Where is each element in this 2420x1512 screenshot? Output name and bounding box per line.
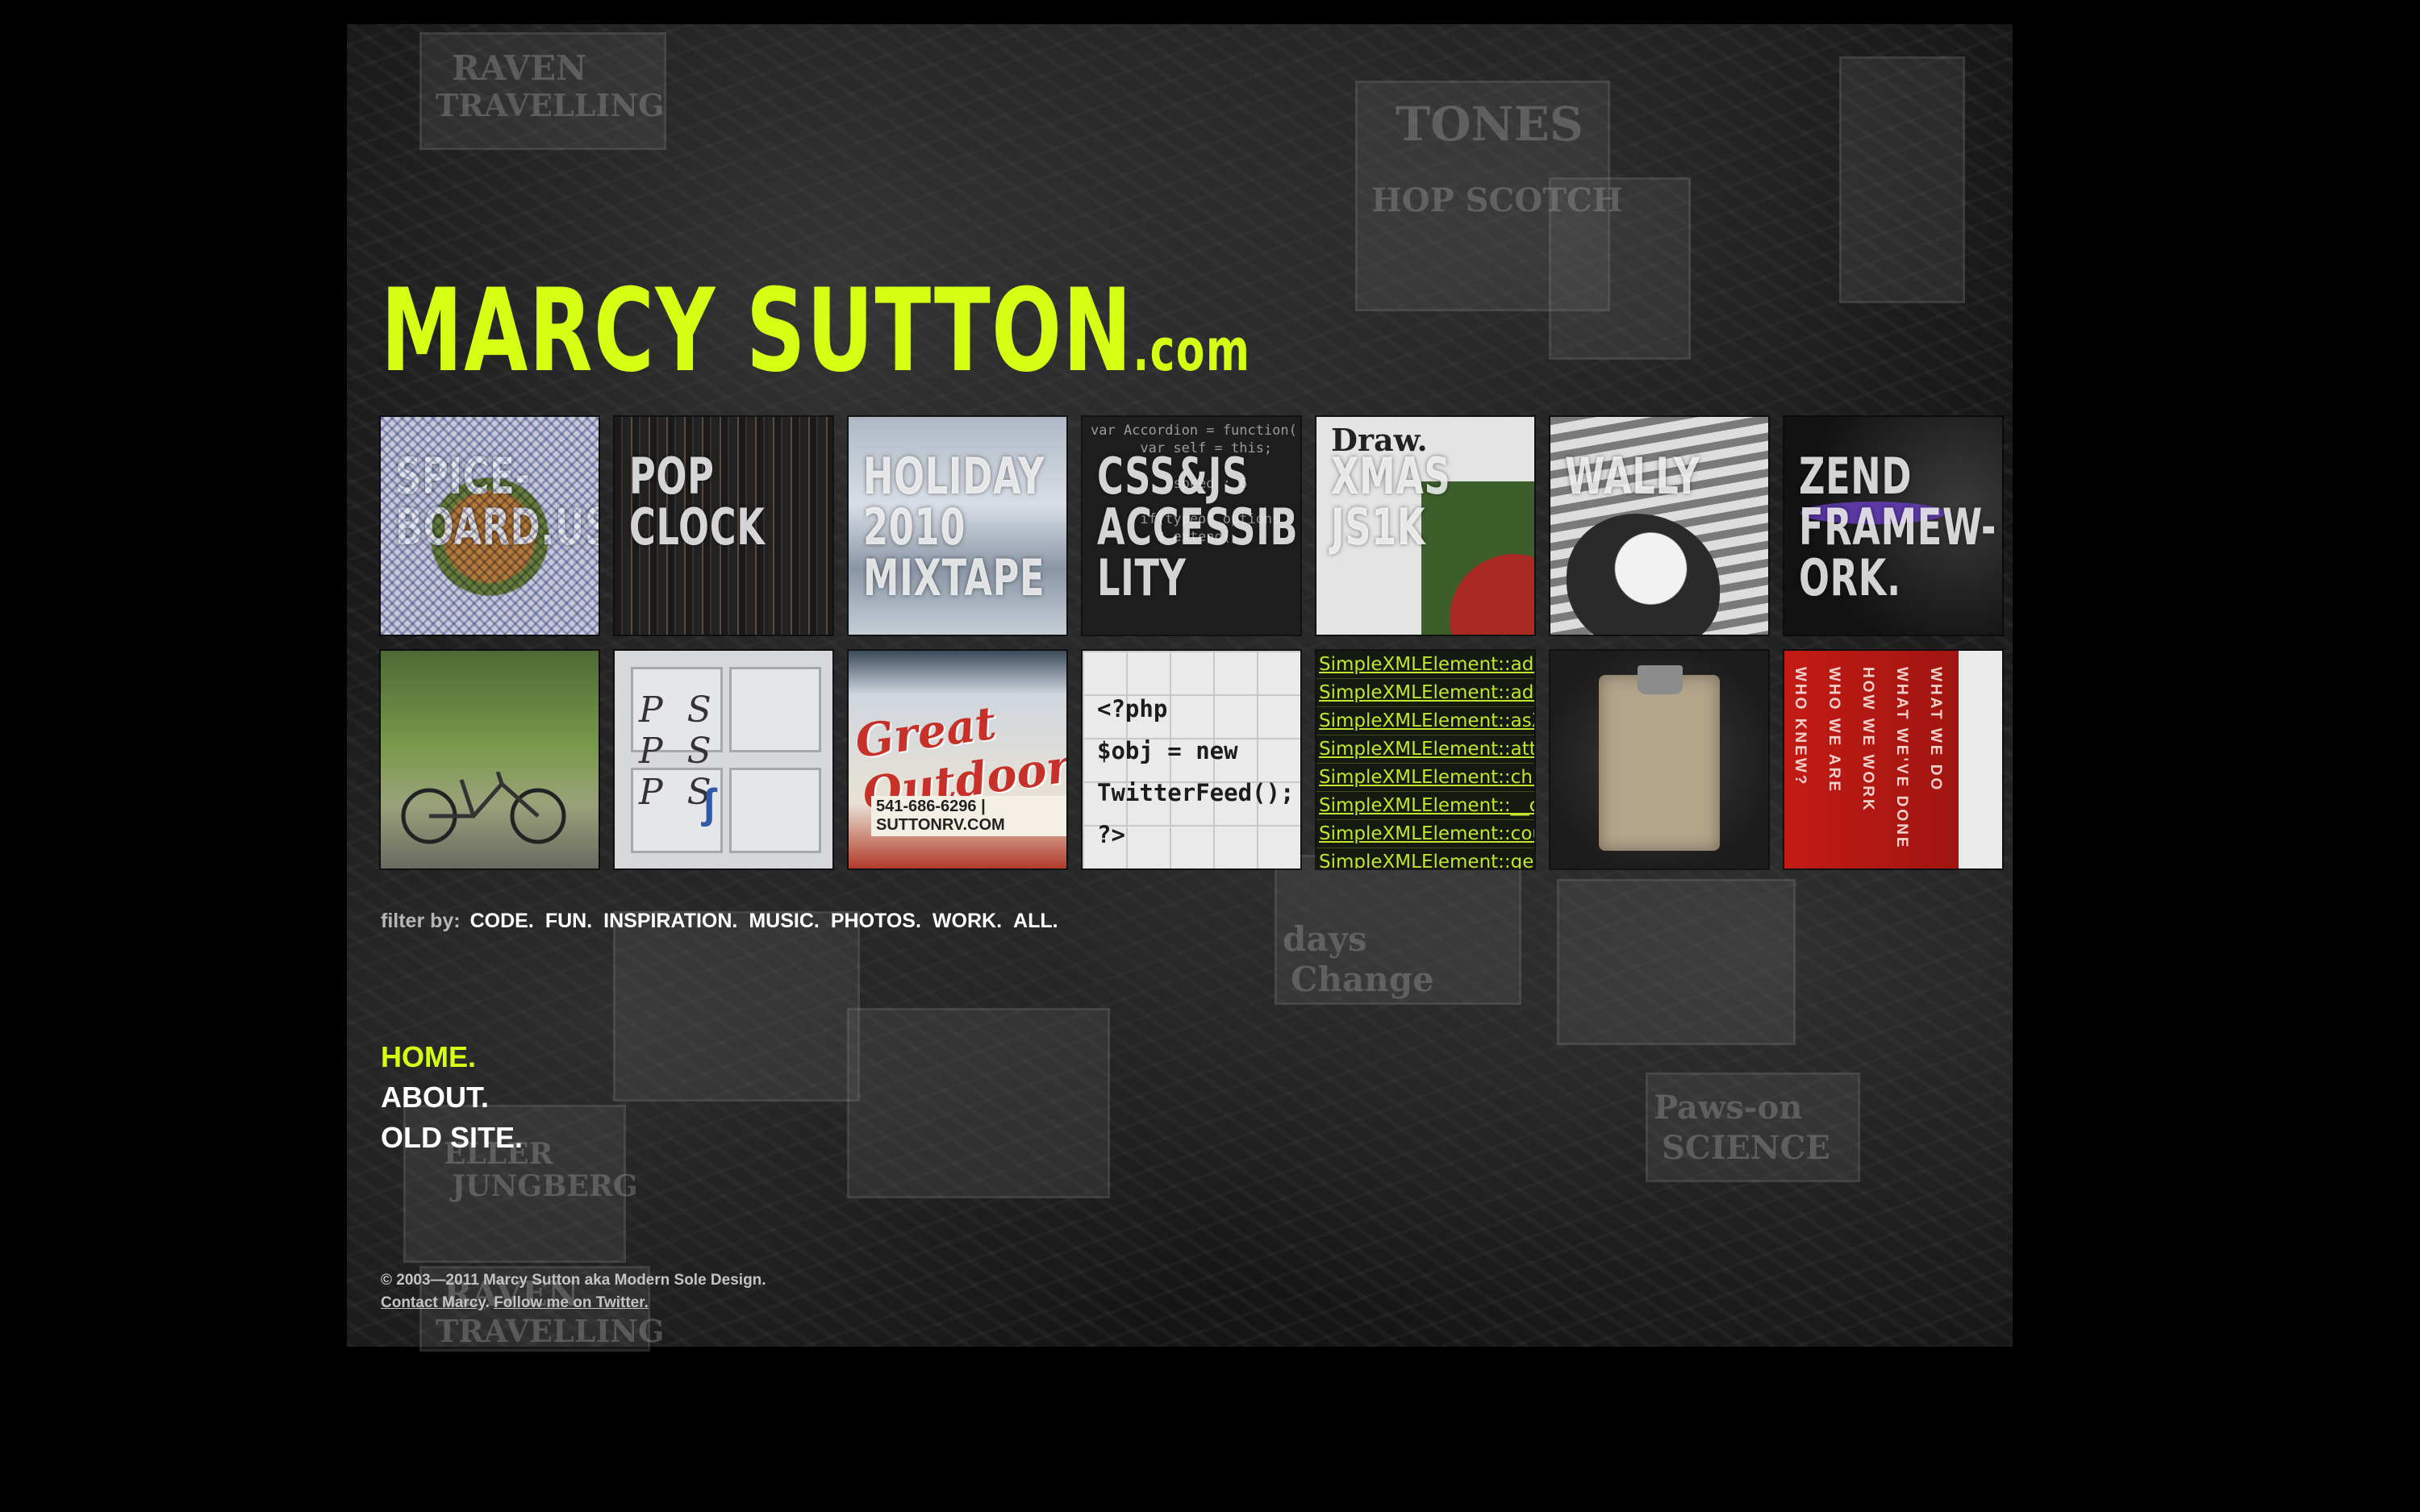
tile-label: WALLY	[1565, 447, 1700, 506]
filter-bar: filter by: CODE. FUN. INSPIRATION. MUSIC…	[381, 910, 1070, 933]
tile-label: ZEND FRAMEW-ORK.	[1799, 447, 1997, 607]
tab-label: WHO KNEW?	[1792, 667, 1809, 787]
code-line: SimpleXMLElement::addC	[1316, 679, 1534, 707]
tile-label: SPICE-BOARD.US	[395, 447, 599, 556]
nav-old-site[interactable]: OLD SITE.	[381, 1118, 523, 1158]
code-line: SimpleXMLElement::attrib	[1316, 735, 1534, 764]
tile-css-js-accessibility[interactable]: var Accordion = function( var self = thi…	[1083, 417, 1300, 635]
filter-music[interactable]: MUSIC.	[749, 910, 820, 933]
footer-separator: .	[485, 1294, 490, 1311]
footer-links: Contact Marcy. Follow me on Twitter.	[381, 1292, 766, 1314]
clipboard-image	[1599, 675, 1720, 851]
code-line: SimpleXMLElement::asXM	[1316, 707, 1534, 735]
filter-work[interactable]: WORK.	[933, 910, 1002, 933]
tile-label: CSS&JS ACCESSIBI-LITY	[1097, 447, 1300, 607]
bicycle-icon	[401, 772, 566, 844]
filter-photos[interactable]: PHOTOS.	[831, 910, 921, 933]
logo-domain: .com	[1133, 316, 1251, 384]
portfolio-grid: SPICE-BOARD.US POP CLOCK HOLIDAY 2010 MI…	[381, 417, 2002, 868]
nav-home[interactable]: HOME.	[381, 1037, 523, 1077]
main-nav: HOME. ABOUT. OLD SITE.	[381, 1037, 523, 1158]
tile-code-snippet: <?php $obj = new TwitterFeed(); ?>	[1097, 695, 1295, 848]
tab-label: WHAT WE'VE DONE	[1893, 667, 1910, 850]
filter-fun[interactable]: FUN.	[545, 910, 592, 933]
tab-label: WHAT WE DO	[1927, 667, 1944, 793]
clip-icon	[1638, 665, 1683, 694]
tile-clipboard[interactable]	[1550, 651, 1768, 868]
sign-phone: 541-686-6296 | SUTTONRV.COM	[871, 796, 1066, 836]
filter-all[interactable]: ALL.	[1013, 910, 1058, 933]
tile-holiday-mixtape[interactable]: HOLIDAY 2010 MIXTAPE	[849, 417, 1066, 635]
tile-pop-clock[interactable]: POP CLOCK	[615, 417, 832, 635]
tile-label: HOLIDAY 2010 MIXTAPE	[863, 447, 1045, 607]
tile-twitter-feed-php[interactable]: <?php $obj = new TwitterFeed(); ?>	[1083, 651, 1300, 868]
tile-bike-photo[interactable]	[381, 651, 599, 868]
tab-label: WHO WE ARE	[1825, 667, 1842, 794]
tile-xmas-js1k[interactable]: Draw. XMAS JS1K	[1316, 417, 1534, 635]
footer: © 2003—2011 Marcy Sutton aka Modern Sole…	[381, 1269, 766, 1314]
tile-great-outdoors[interactable]: Great Outdoors 541-686-6296 | SUTTONRV.C…	[849, 651, 1066, 868]
code-line: SimpleXMLElement::addA	[1316, 651, 1534, 679]
tile-simplexml[interactable]: SimpleXMLElement::addA SimpleXMLElement:…	[1316, 651, 1534, 868]
filter-code[interactable]: CODE.	[470, 910, 534, 933]
nav-about[interactable]: ABOUT.	[381, 1077, 523, 1118]
tile-label: POP CLOCK	[629, 447, 766, 556]
site-logo[interactable]: MARCY SUTTON .com	[381, 274, 1250, 389]
contact-link[interactable]: Contact Marcy	[381, 1294, 486, 1311]
tile-who-we-are[interactable]: WHO KNEW? WHO WE ARE HOW WE WORK WHAT WE…	[1784, 651, 2002, 868]
filter-label: filter by:	[381, 910, 461, 932]
code-line: SimpleXMLElement::__co	[1316, 792, 1534, 820]
copyright: © 2003—2011 Marcy Sutton aka Modern Sole…	[381, 1272, 766, 1289]
code-line: SimpleXMLElement::coun	[1316, 820, 1534, 848]
tab-label: HOW WE WORK	[1859, 667, 1876, 813]
code-line: SimpleXMLElement::child	[1316, 764, 1534, 792]
twitter-link[interactable]: Follow me on Twitter.	[494, 1294, 649, 1311]
logo-name: MARCY SUTTON	[381, 264, 1133, 398]
blue-graffiti-mark: ʃ	[702, 781, 716, 827]
tile-door-photo[interactable]: PS PS PS ʃ	[615, 651, 832, 868]
filter-inspiration[interactable]: INSPIRATION.	[603, 910, 737, 933]
code-line: SimpleXMLElement::getD	[1316, 848, 1534, 868]
tile-label: XMAS JS1K	[1331, 447, 1451, 556]
dog-photo	[1567, 514, 1720, 635]
tile-zend-framework[interactable]: ZEND FRAMEW-ORK.	[1784, 417, 2002, 635]
tile-wally[interactable]: WALLY	[1550, 417, 1768, 635]
tile-spiceboard[interactable]: SPICE-BOARD.US	[381, 417, 599, 635]
